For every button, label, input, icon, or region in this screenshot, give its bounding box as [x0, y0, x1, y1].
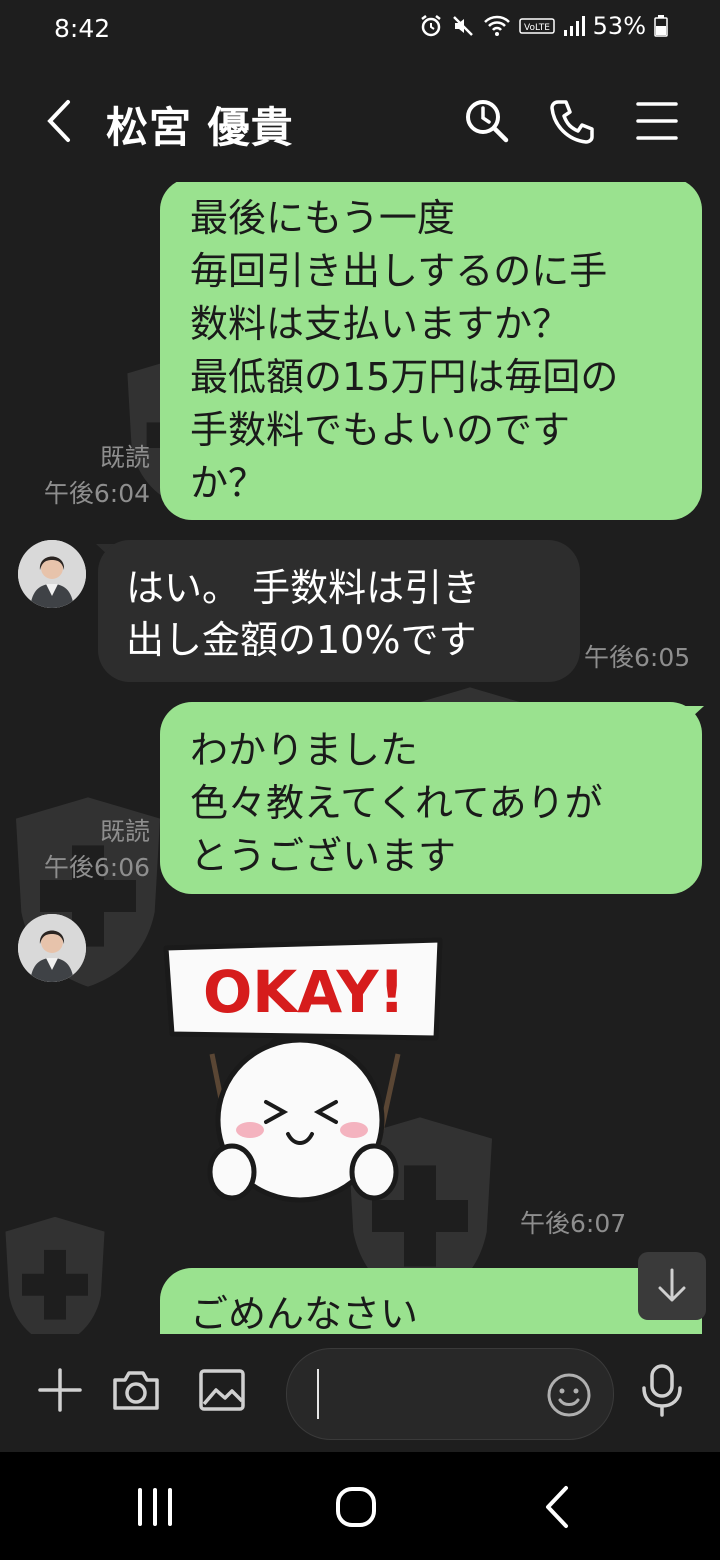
person-avatar-icon — [18, 914, 86, 982]
mute-icon — [452, 16, 473, 36]
system-nav-bar — [0, 1452, 720, 1560]
back-button[interactable] — [38, 96, 84, 146]
read-receipt: 既読 — [99, 443, 150, 472]
message-meta: 既読 午後6:06 — [20, 814, 150, 886]
status-icons: VoLTE 53% — [419, 12, 668, 40]
message-time: 午後6:04 — [43, 479, 150, 508]
status-time: 8:42 — [54, 14, 111, 43]
signal-icon — [563, 16, 585, 36]
message-input[interactable] — [286, 1348, 614, 1440]
outgoing-message-bubble[interactable]: 最後にもう一度 毎回引き出しするのに手 数料は支払いますか？ 最低額の15万円は… — [160, 182, 702, 520]
chat-area[interactable]: 最後にもう一度 毎回引き出しするのに手 数料は支払いますか？ 最低額の15万円は… — [0, 182, 720, 1334]
battery-percent: 53% — [592, 12, 646, 40]
contact-avatar[interactable] — [18, 914, 86, 982]
emoji-icon[interactable] — [545, 1371, 593, 1419]
outgoing-message-bubble[interactable]: ごめんなさい — [160, 1268, 702, 1334]
message-composer — [0, 1334, 720, 1452]
battery-icon — [654, 15, 668, 37]
scroll-to-bottom-button[interactable] — [638, 1252, 706, 1320]
message-time: 午後6:07 — [520, 1209, 627, 1238]
menu-icon[interactable] — [632, 96, 682, 146]
message-time: 午後6:05 — [584, 643, 691, 672]
chat-header: 松宮 優貴 — [0, 60, 720, 182]
message-meta: 既読 午後6:04 — [20, 440, 150, 512]
microphone-icon[interactable] — [636, 1362, 688, 1418]
home-icon[interactable] — [331, 1482, 381, 1532]
incoming-message-bubble[interactable]: はい。 手数料は引き 出し金額の10%です — [98, 540, 580, 682]
message-time: 午後6:06 — [43, 853, 150, 882]
volte-icon: VoLTE — [518, 18, 555, 34]
search-icon[interactable] — [462, 96, 512, 146]
okay-sticker[interactable]: OKAY! — [160, 934, 450, 1234]
chat-title: 松宮 優貴 — [106, 103, 294, 152]
contact-avatar[interactable] — [18, 540, 86, 608]
back-nav-icon[interactable] — [534, 1482, 584, 1532]
wifi-icon — [483, 15, 510, 36]
camera-icon[interactable] — [110, 1364, 162, 1416]
read-receipt: 既読 — [99, 817, 150, 846]
person-avatar-icon — [18, 540, 86, 608]
sticker-sign-text: OKAY! — [203, 958, 405, 1026]
arrow-down-icon — [658, 1268, 686, 1302]
image-icon[interactable] — [196, 1364, 248, 1416]
alarm-icon — [420, 15, 441, 37]
text-cursor — [317, 1369, 319, 1419]
recent-apps-icon[interactable] — [130, 1482, 180, 1532]
call-icon[interactable] — [548, 96, 598, 146]
status-bar: 8:42 VoLTE 53% — [0, 0, 720, 60]
svg-text:VoLTE: VoLTE — [524, 23, 550, 33]
outgoing-message-bubble[interactable]: わかりました 色々教えてくれてありが とうございます — [160, 702, 702, 894]
shield-watermark-icon — [5, 1216, 105, 1334]
plus-icon[interactable] — [34, 1364, 86, 1416]
